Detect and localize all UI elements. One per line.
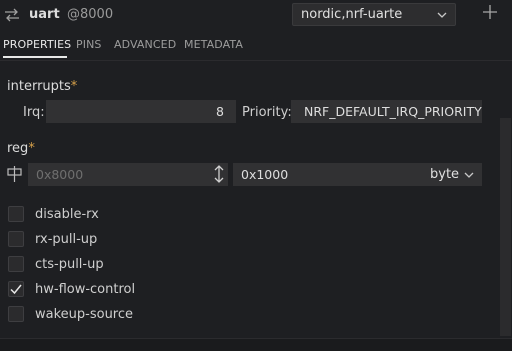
- disable-rx-checkbox[interactable]: [8, 206, 24, 222]
- reg-title-text: reg: [7, 141, 29, 156]
- unit-select[interactable]: byte: [430, 167, 459, 182]
- tab-metadata[interactable]: METADATA: [184, 38, 243, 51]
- swap-icon[interactable]: [3, 6, 21, 24]
- checkmark-icon: [10, 284, 22, 295]
- priority-input[interactable]: NRF_DEFAULT_IRQ_PRIORITY: [291, 100, 482, 123]
- tab-properties[interactable]: PROPERTIES: [3, 38, 71, 51]
- cts-pull-up-checkbox[interactable]: [8, 256, 24, 272]
- compatible-select[interactable]: nordic,nrf-uarte: [292, 3, 456, 26]
- tab-pins[interactable]: PINS: [76, 38, 102, 51]
- priority-label: Priority:: [242, 105, 292, 120]
- tab-divider: [0, 60, 512, 61]
- irq-label: Irq:: [23, 105, 45, 120]
- hw-flow-control-checkbox[interactable]: [8, 281, 24, 297]
- reg-address-placeholder: 0x8000: [36, 167, 84, 182]
- rx-pull-up-label: rx-pull-up: [35, 232, 98, 247]
- required-marker: *: [28, 141, 35, 156]
- unit-value: byte: [430, 167, 460, 182]
- active-tab-indicator: [3, 56, 67, 58]
- add-icon[interactable]: [482, 4, 498, 20]
- wakeup-source-label: wakeup-source: [35, 307, 134, 322]
- tab-advanced[interactable]: ADVANCED: [114, 38, 176, 51]
- chevron-down-icon[interactable]: [464, 169, 474, 179]
- cts-pull-up-label: cts-pull-up: [35, 257, 104, 272]
- compatible-value: nordic,nrf-uarte: [301, 7, 403, 22]
- wakeup-source-checkbox[interactable]: [8, 306, 24, 322]
- required-marker: *: [70, 79, 78, 94]
- node-name: uart: [29, 7, 60, 22]
- scrollbar-thumb[interactable]: [500, 118, 511, 336]
- chevron-down-icon: [437, 9, 447, 19]
- priority-value: NRF_DEFAULT_IRQ_PRIORITY: [304, 104, 482, 119]
- size-arrows-icon: [212, 165, 226, 183]
- irq-input[interactable]: 8: [46, 100, 236, 123]
- reg-title: reg*: [7, 141, 35, 156]
- reg-address-input[interactable]: 0x8000: [28, 163, 228, 186]
- disable-rx-label: disable-rx: [35, 207, 99, 222]
- reg-size-value: 0x1000: [241, 167, 289, 182]
- hw-flow-control-label: hw-flow-control: [35, 282, 136, 297]
- irq-value: 8: [216, 104, 224, 119]
- rx-pull-up-checkbox[interactable]: [8, 231, 24, 247]
- address-icon: [6, 165, 24, 183]
- interrupts-title: interrupts*: [7, 79, 77, 94]
- node-address: @8000: [67, 7, 114, 22]
- bottom-bar: [0, 338, 512, 351]
- interrupts-title-text: interrupts: [7, 79, 71, 94]
